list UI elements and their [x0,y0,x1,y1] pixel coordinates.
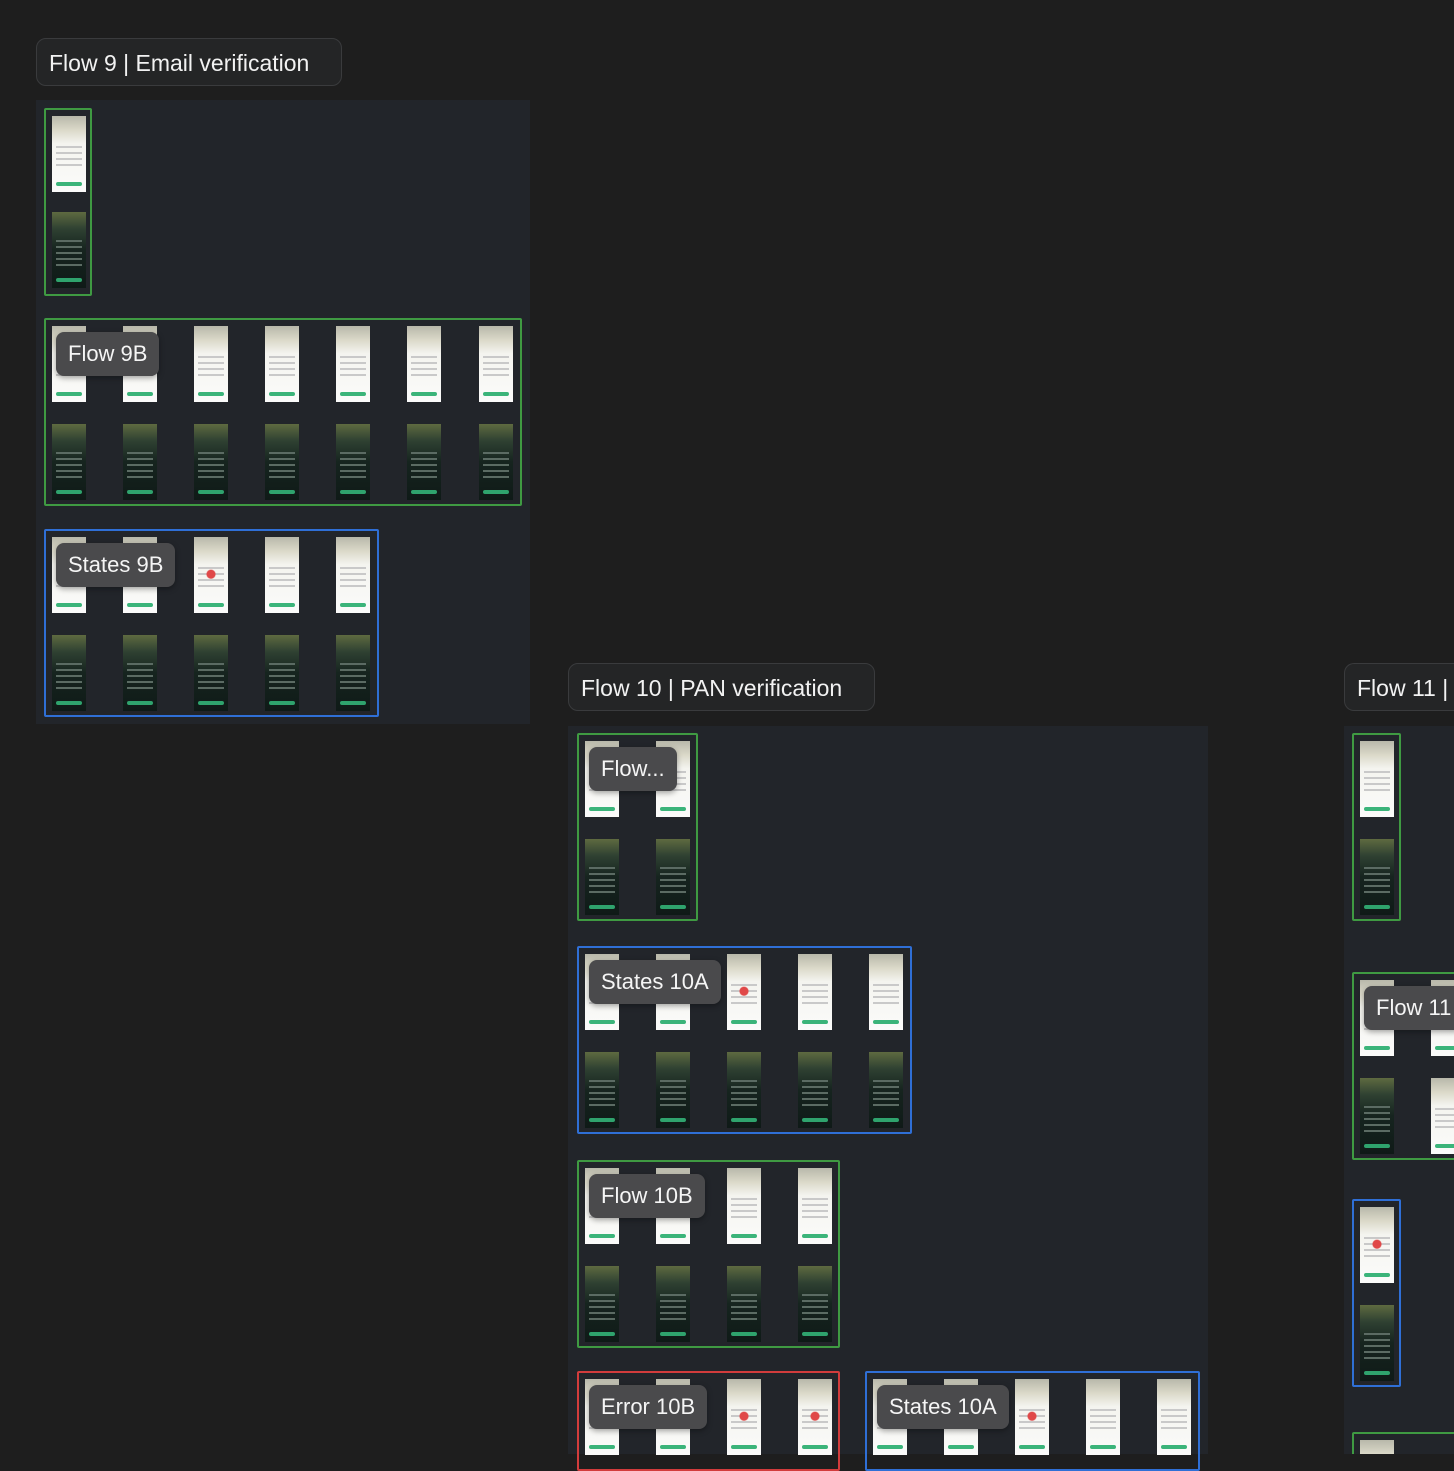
frame-chip-flow-9b[interactable]: Flow 9B [56,332,160,376]
screen-thumbnail[interactable] [123,424,157,500]
frame-flow-9b[interactable]: Flow 9B [44,318,522,506]
frame-chip-states-9b[interactable]: States 9B [56,543,176,587]
frame-flow-9a[interactable] [44,108,92,296]
screen-thumbnail[interactable] [869,954,903,1030]
frame-chip-error-10b[interactable]: Error 10B [589,1385,708,1429]
frame-states-11[interactable] [1352,1199,1401,1387]
screen-thumbnail[interactable] [336,326,370,402]
screen-thumbnail[interactable] [336,537,370,613]
screen-thumbnail[interactable] [1360,1440,1394,1454]
screen-thumbnail[interactable] [798,954,832,1030]
screen-thumbnail[interactable] [265,537,299,613]
frame-chip-states-10a-second[interactable]: States 10A [877,1385,1009,1429]
screen-thumbnail[interactable] [727,954,761,1030]
screen-thumbnail[interactable] [585,1266,619,1342]
screen-thumbnail[interactable] [52,116,86,192]
screen-thumbnail[interactable] [194,635,228,711]
screen-thumbnail[interactable] [1360,1207,1394,1283]
frame-error-10b[interactable]: Error 10B [577,1371,840,1471]
screen-thumbnail[interactable] [1431,1078,1454,1154]
frame-chip-flow-11b[interactable]: Flow 11 [1364,986,1454,1030]
screen-thumbnail[interactable] [52,424,86,500]
section-title-flow-10[interactable]: Flow 10 | PAN verification [568,663,875,711]
screen-thumbnail[interactable] [336,424,370,500]
screen-thumbnail[interactable] [265,326,299,402]
screen-thumbnail[interactable] [1360,1305,1394,1381]
screen-thumbnail[interactable] [727,1168,761,1244]
screen-thumbnail[interactable] [798,1266,832,1342]
screen-thumbnail[interactable] [727,1266,761,1342]
section-panel-flow-11: Flow 11 [1344,726,1454,1454]
frame-chip-states-10a[interactable]: States 10A [589,960,721,1004]
screen-thumbnail[interactable] [656,1266,690,1342]
screen-thumbnail[interactable] [869,1052,903,1128]
screen-thumbnail[interactable] [407,424,441,500]
section-panel-flow-10: Flow... States 10A Flow 10B Error 10B St… [568,726,1208,1471]
screen-thumbnail[interactable] [194,537,228,613]
screen-thumbnail[interactable] [336,635,370,711]
frame-states-9b[interactable]: States 9B [44,529,379,717]
frame-states-10a-second[interactable]: States 10A [865,1371,1200,1471]
screen-thumbnail[interactable] [585,1052,619,1128]
screen-thumbnail[interactable] [194,424,228,500]
screen-thumbnail[interactable] [1360,1078,1394,1154]
screen-thumbnail[interactable] [52,212,86,288]
screen-thumbnail[interactable] [1360,741,1394,817]
screen-thumbnail[interactable] [656,839,690,915]
frame-flow-11c[interactable] [1352,1432,1454,1454]
screen-thumbnail[interactable] [798,1052,832,1128]
screen-thumbnail[interactable] [1360,839,1394,915]
screen-thumbnail[interactable] [407,326,441,402]
screen-thumbnail[interactable] [585,839,619,915]
screen-thumbnail[interactable] [1086,1379,1120,1455]
screen-thumbnail[interactable] [123,635,157,711]
screen-thumbnail[interactable] [798,1379,832,1455]
frame-flow-10a[interactable]: Flow... [577,733,698,921]
screen-thumbnail[interactable] [727,1379,761,1455]
screen-thumbnail[interactable] [1015,1379,1049,1455]
frame-flow-11a[interactable] [1352,733,1401,921]
screen-thumbnail[interactable] [194,326,228,402]
section-title-flow-11[interactable]: Flow 11 | [1344,663,1454,711]
screen-thumbnail[interactable] [656,1052,690,1128]
screen-thumbnail[interactable] [727,1052,761,1128]
screen-thumbnail[interactable] [52,635,86,711]
screen-thumbnail[interactable] [479,424,513,500]
screen-thumbnail[interactable] [265,424,299,500]
frame-states-10a[interactable]: States 10A [577,946,912,1134]
frame-chip-flow-10a[interactable]: Flow... [589,747,677,791]
frame-chip-flow-10b[interactable]: Flow 10B [589,1174,705,1218]
section-title-flow-9[interactable]: Flow 9 | Email verification [36,38,342,86]
section-panel-flow-9: Flow 9B States 9B [36,100,530,724]
frame-flow-10b[interactable]: Flow 10B [577,1160,840,1348]
screen-thumbnail[interactable] [479,326,513,402]
frame-flow-11b[interactable]: Flow 11 [1352,972,1454,1160]
screen-thumbnail[interactable] [1157,1379,1191,1455]
screen-thumbnail[interactable] [798,1168,832,1244]
screen-thumbnail[interactable] [265,635,299,711]
